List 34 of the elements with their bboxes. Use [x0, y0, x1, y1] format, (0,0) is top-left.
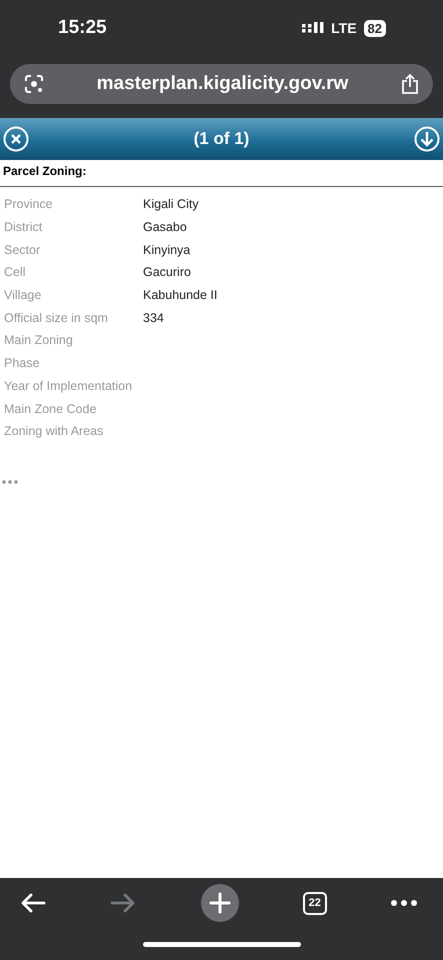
field-value: Gacuriro	[143, 265, 191, 280]
signal-icon	[302, 22, 324, 34]
field-value: Gasabo	[143, 220, 187, 234]
field-value: Kinyinya	[143, 242, 190, 257]
field-label: Cell	[4, 265, 27, 280]
battery-level: 82	[364, 20, 386, 36]
section-heading: Parcel Zoning:	[0, 164, 443, 187]
clock-time: 15:25	[58, 17, 107, 39]
download-icon[interactable]	[414, 126, 440, 152]
lens-icon[interactable]	[24, 74, 44, 94]
close-icon[interactable]	[3, 126, 29, 152]
network-label: LTE	[331, 20, 357, 36]
url-text: masterplan.kigalicity.gov.rw	[96, 73, 348, 95]
popup-title: (1 of 1)	[194, 129, 250, 149]
field-label: District	[4, 220, 44, 234]
more-icon[interactable]	[2, 480, 20, 484]
field-label: Zoning with Areas	[4, 424, 104, 438]
more-menu-icon[interactable]	[391, 900, 417, 906]
field-value: 334	[143, 310, 164, 325]
field-label: Sector	[4, 242, 42, 257]
back-icon[interactable]	[20, 892, 46, 914]
field-label: Main Zoning	[4, 333, 74, 348]
field-label: Official size in sqm	[4, 310, 109, 325]
field-label: Province	[4, 197, 54, 212]
tab-count-button[interactable]: 22	[302, 892, 327, 914]
share-icon[interactable]	[400, 73, 419, 95]
field-value: Kabuhunde II	[143, 288, 218, 302]
field-value: Kigali City	[143, 197, 199, 212]
address-bar[interactable]: masterplan.kigalicity.gov.rw	[10, 64, 433, 104]
field-label: Main Zone Code	[4, 402, 98, 416]
field-label: Phase	[4, 356, 40, 370]
field-label: Year of Implementation	[4, 378, 134, 393]
field-label: Village	[4, 288, 42, 302]
new-tab-icon[interactable]	[200, 884, 238, 922]
